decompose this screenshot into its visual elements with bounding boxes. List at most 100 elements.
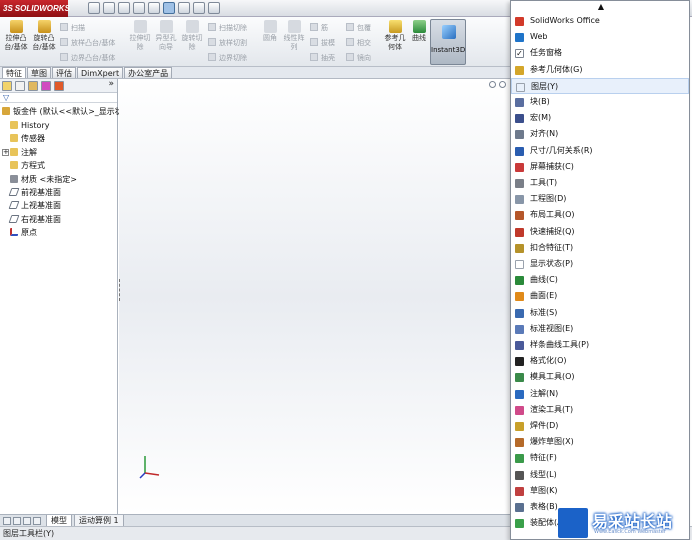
solidworks-logo[interactable]: 3S SOLIDWORKS xyxy=(0,0,70,17)
zoom-to-fit-icon[interactable] xyxy=(489,81,496,88)
hole-wizard-button[interactable]: 异型孔向导 xyxy=(154,20,178,52)
draft-button[interactable]: 拔模 xyxy=(310,38,335,48)
display-manager-icon[interactable] xyxy=(54,81,64,91)
print-icon[interactable] xyxy=(133,2,145,14)
menu-item[interactable]: 注解(N) xyxy=(511,386,689,402)
extruded-cut-button[interactable]: 拉伸切除 xyxy=(128,20,152,52)
shell-button[interactable]: 抽壳 xyxy=(310,53,335,63)
tab-dimxpert[interactable]: DimXpert xyxy=(77,67,124,78)
linear-pattern-button[interactable]: 线性阵列 xyxy=(282,20,306,52)
dimxpert-manager-icon[interactable] xyxy=(41,81,51,91)
loft-button[interactable]: 放样凸台/基体 xyxy=(60,38,115,48)
menu-item[interactable]: 格式化(O) xyxy=(511,353,689,369)
graphics-area[interactable] xyxy=(119,79,510,514)
tree-item-annotations[interactable]: + 注解 xyxy=(2,147,37,159)
menu-item[interactable]: 渲染工具(T) xyxy=(511,402,689,418)
menu-item[interactable]: 工具(T) xyxy=(511,175,689,191)
select-icon[interactable] xyxy=(163,2,175,14)
menu-item[interactable]: 宏(M) xyxy=(511,110,689,126)
save-icon[interactable] xyxy=(118,2,130,14)
wrap-button[interactable]: 包覆 xyxy=(346,23,371,33)
revolved-cut-button[interactable]: 旋转切除 xyxy=(180,20,204,52)
tree-item-origin[interactable]: 原点 xyxy=(10,227,37,239)
menu-item[interactable]: 线型(L) xyxy=(511,467,689,483)
boundary-cut-button[interactable]: 边界切除 xyxy=(208,53,247,63)
filter-bar[interactable]: ▽ xyxy=(0,93,117,103)
checkbox-icon: ✓ xyxy=(515,49,524,59)
instant3d-button[interactable]: Instant3D xyxy=(430,19,466,65)
revolved-boss-button[interactable]: 旋转凸台/基体 xyxy=(31,20,57,52)
boundary-button[interactable]: 边界凸台/基体 xyxy=(60,53,115,63)
panel-resize-handle[interactable] xyxy=(119,279,123,301)
first-tab-icon[interactable] xyxy=(3,517,11,525)
sweep-button[interactable]: 扫描 xyxy=(60,23,85,33)
tree-label: 前视基准面 xyxy=(21,188,61,197)
menu-item[interactable]: ✓ 任务窗格 xyxy=(511,45,689,61)
open-icon[interactable] xyxy=(103,2,115,14)
menu-item[interactable]: 块(B) xyxy=(511,94,689,110)
menu-item[interactable]: 爆炸草图(X) xyxy=(511,434,689,450)
menu-item[interactable]: 标准(S) xyxy=(511,305,689,321)
extruded-boss-button[interactable]: 拉伸凸台/基体 xyxy=(3,20,29,52)
scroll-up-arrow[interactable]: ▲ xyxy=(511,1,689,13)
menu-item[interactable]: 特征(F) xyxy=(511,450,689,466)
menu-item-label: 块(B) xyxy=(530,97,550,106)
last-tab-icon[interactable] xyxy=(33,517,41,525)
menu-item[interactable]: 图层(Y) xyxy=(511,77,689,94)
tree-item-material[interactable]: 材质 <未指定> xyxy=(10,174,77,186)
menu-item[interactable]: 对齐(N) xyxy=(511,126,689,142)
menu-item[interactable]: 参考几何体(G) xyxy=(511,62,689,78)
fillet-button[interactable]: 圆角 xyxy=(260,20,280,43)
menu-item[interactable]: 标准视图(E) xyxy=(511,321,689,337)
menu-item[interactable]: 焊件(D) xyxy=(511,418,689,434)
expand-panel-icon[interactable]: » xyxy=(108,79,114,89)
tab-office-products[interactable]: 办公室产品 xyxy=(124,67,173,78)
undo-icon[interactable] xyxy=(148,2,160,14)
menu-item[interactable]: 显示状态(P) xyxy=(511,256,689,272)
menu-item[interactable]: 扣合特征(T) xyxy=(511,240,689,256)
menu-item[interactable]: 草图(K) xyxy=(511,483,689,499)
menu-item[interactable]: SolidWorks Office xyxy=(511,13,689,29)
menu-item[interactable]: 布局工具(O) xyxy=(511,207,689,223)
menu-item[interactable]: 曲面(E) xyxy=(511,288,689,304)
options-icon[interactable] xyxy=(208,2,220,14)
menu-item[interactable]: 模具工具(O) xyxy=(511,369,689,385)
menu-item[interactable]: 屏幕捕获(C) xyxy=(511,159,689,175)
menu-item[interactable]: 工程图(D) xyxy=(511,191,689,207)
file-properties-icon[interactable] xyxy=(193,2,205,14)
menu-item[interactable]: 样条曲线工具(P) xyxy=(511,337,689,353)
rib-button[interactable]: 筋 xyxy=(310,23,328,33)
new-icon[interactable] xyxy=(88,2,100,14)
tree-item-sensors[interactable]: 传感器 xyxy=(10,133,45,145)
property-manager-icon[interactable] xyxy=(15,81,25,91)
rebuild-icon[interactable] xyxy=(178,2,190,14)
configuration-manager-icon[interactable] xyxy=(28,81,38,91)
lofted-cut-button[interactable]: 放样切割 xyxy=(208,38,247,48)
curves-button[interactable]: 曲线 xyxy=(410,20,428,43)
menu-item[interactable]: 曲线(C) xyxy=(511,272,689,288)
tree-item-top-plane[interactable]: 上视基准面 xyxy=(8,200,61,212)
feature-tree-icon[interactable] xyxy=(2,81,12,91)
tree-item-equations[interactable]: 方程式 xyxy=(10,160,45,172)
intersect-button[interactable]: 相交 xyxy=(346,38,371,48)
menu-item[interactable]: 快速捕捉(Q) xyxy=(511,224,689,240)
mirror-button[interactable]: 镜向 xyxy=(346,53,371,63)
block-icon xyxy=(515,98,524,107)
expand-icon[interactable]: + xyxy=(2,149,9,156)
tree-item-history[interactable]: History xyxy=(10,120,49,132)
zoom-area-icon[interactable] xyxy=(499,81,506,88)
reference-geometry-button[interactable]: 参考几何体 xyxy=(382,20,408,52)
prev-tab-icon[interactable] xyxy=(13,517,21,525)
swept-cut-button[interactable]: 扫描切除 xyxy=(208,23,247,33)
menu-item[interactable]: 尺寸/几何关系(R) xyxy=(511,143,689,159)
menu-item[interactable]: Web xyxy=(511,29,689,45)
tab-evaluate[interactable]: 评估 xyxy=(52,67,76,78)
reference-geometry-label: 参考几何体 xyxy=(384,34,406,51)
tab-features[interactable]: 特征 xyxy=(2,67,26,78)
next-tab-icon[interactable] xyxy=(23,517,31,525)
tree-item-right-plane[interactable]: 右视基准面 xyxy=(8,214,61,226)
filter-icon: ▽ xyxy=(3,93,10,102)
tab-sketch[interactable]: 草图 xyxy=(27,67,51,78)
tree-item-front-plane[interactable]: 前视基准面 xyxy=(8,187,61,199)
tree-root[interactable]: 钣金件 (默认<<默认>_显示状 xyxy=(2,106,123,118)
